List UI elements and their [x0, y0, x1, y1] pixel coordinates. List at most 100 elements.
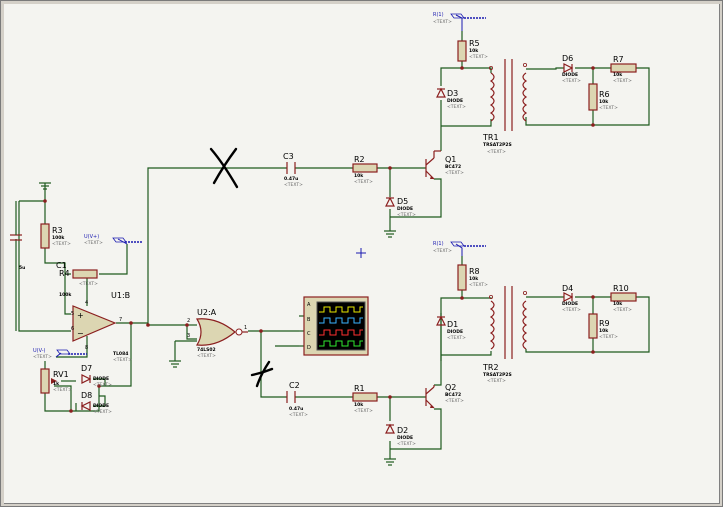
resistor-r5[interactable]: R5 10k <TEXT>: [457, 39, 488, 62]
opamp-u1b[interactable]: 5 6 7 4 8 + − U1:B TL084 <TEXT>: [71, 291, 132, 363]
svg-text:D: D: [307, 345, 311, 351]
svg-text:R4: R4: [59, 269, 70, 278]
svg-text:TR2: TR2: [482, 363, 499, 372]
svg-text:<TEXT>: <TEXT>: [445, 170, 464, 176]
svg-text:<TEXT>: <TEXT>: [354, 179, 373, 185]
svg-text:D3: D3: [447, 89, 458, 98]
schematic-canvas[interactable]: R(1) <TEXT> R(1) <TEXT> U(V+) <TEXT> U(V…: [4, 4, 719, 503]
svg-text:TRSAT2P2S: TRSAT2P2S: [483, 142, 512, 148]
window-frame: R(1) <TEXT> R(1) <TEXT> U(V+) <TEXT> U(V…: [0, 0, 723, 507]
svg-text:10k: 10k: [599, 328, 609, 334]
svg-text:<TEXT>: <TEXT>: [93, 409, 112, 415]
svg-text:<TEXT>: <TEXT>: [562, 78, 581, 84]
svg-text:4: 4: [85, 300, 88, 306]
diode-d7[interactable]: D7 DIODE <TEXT>: [81, 364, 112, 388]
svg-text:DIODE: DIODE: [447, 329, 463, 335]
svg-text:Q2: Q2: [445, 383, 456, 392]
svg-text:<TEXT>: <TEXT>: [469, 54, 488, 60]
svg-text:<TEXT>: <TEXT>: [433, 19, 452, 25]
ground-symbol-bottom: [384, 458, 396, 466]
svg-text:R5: R5: [469, 39, 480, 48]
svg-text:R10: R10: [613, 284, 629, 293]
svg-text:<TEXT>: <TEXT>: [52, 241, 71, 247]
svg-text:10k: 10k: [469, 48, 479, 54]
svg-text:<TEXT>: <TEXT>: [397, 212, 416, 218]
svg-text:8: 8: [85, 345, 88, 351]
svg-text:DIODE: DIODE: [447, 98, 463, 104]
generator-opamp-neg-label: U(V-): [33, 348, 46, 354]
svg-text:+: +: [77, 311, 84, 320]
svg-text:D7: D7: [81, 364, 92, 373]
svg-text:7: 7: [119, 317, 122, 323]
resistor-r2[interactable]: R2 10k <TEXT>: [352, 155, 378, 185]
resistor-r10[interactable]: R10 10k <TEXT>: [610, 284, 637, 313]
transistor-q1[interactable]: Q1 BC472 <TEXT>: [425, 150, 464, 180]
capacitor-c2[interactable]: C2 0.47u <TEXT>: [286, 381, 308, 418]
diode-d6[interactable]: D6 DIODE <TEXT>: [562, 54, 581, 84]
svg-text:R3: R3: [52, 226, 63, 235]
svg-text:DIODE: DIODE: [562, 72, 578, 78]
svg-text:A: A: [307, 302, 311, 308]
generator-opamp-neg[interactable]: U(V-) <TEXT>: [33, 348, 87, 360]
svg-text:<TEXT>: <TEXT>: [469, 282, 488, 288]
resistor-r3[interactable]: R3 100k <TEXT>: [40, 223, 71, 249]
generator-opamp-pos[interactable]: U(V+) <TEXT>: [84, 234, 143, 246]
svg-text:<TEXT>: <TEXT>: [447, 104, 466, 110]
generator-mid[interactable]: R(1) <TEXT>: [433, 241, 486, 256]
ground-symbol-top: [384, 230, 396, 238]
svg-text:<TEXT>: <TEXT>: [79, 281, 98, 287]
transformer-tr1[interactable]: TR1 TRSAT2P2S <TEXT>: [482, 59, 528, 155]
svg-text:100k: 100k: [52, 235, 65, 241]
svg-text:R2: R2: [354, 155, 365, 164]
nor-gate-u2a[interactable]: 2 3 1 U2:A 74LS02 <TEXT>: [187, 308, 248, 359]
svg-text:<TEXT>: <TEXT>: [487, 149, 506, 155]
resistor-r8[interactable]: R8 10k <TEXT>: [457, 264, 488, 291]
diode-d4[interactable]: D4 DIODE <TEXT>: [562, 284, 581, 313]
svg-text:DIODE: DIODE: [397, 206, 413, 212]
svg-text:6: 6: [71, 326, 74, 332]
capacitor-c3[interactable]: C3 0.47u <TEXT>: [283, 152, 303, 188]
svg-text:D6: D6: [562, 54, 573, 63]
svg-text:DIODE: DIODE: [562, 301, 578, 307]
svg-text:<TEXT>: <TEXT>: [447, 335, 466, 341]
svg-text:<TEXT>: <TEXT>: [613, 78, 632, 84]
generator-opamp-pos-label: U(V+): [84, 234, 99, 240]
oscilloscope[interactable]: A B C D: [303, 296, 369, 356]
svg-text:R8: R8: [469, 267, 480, 276]
svg-text:10k: 10k: [469, 276, 479, 282]
svg-text:10k: 10k: [354, 402, 364, 408]
svg-text:U1:B: U1:B: [111, 291, 130, 300]
svg-text:<TEXT>: <TEXT>: [113, 357, 132, 363]
svg-text:TR1: TR1: [482, 133, 499, 142]
svg-text:C: C: [307, 331, 311, 337]
generator-mid-label: R(1): [433, 241, 444, 247]
svg-text:1: 1: [244, 325, 247, 331]
svg-text:10k: 10k: [354, 173, 364, 179]
svg-text:RV1: RV1: [53, 370, 69, 379]
svg-text:TRSAT2P2S: TRSAT2P2S: [483, 372, 512, 378]
svg-text:<TEXT>: <TEXT>: [433, 248, 452, 254]
transformer-tr2[interactable]: TR2 TRSAT2P2S <TEXT>: [482, 286, 528, 384]
svg-text:<TEXT>: <TEXT>: [53, 387, 72, 393]
svg-text:<TEXT>: <TEXT>: [613, 307, 632, 313]
svg-text:C3: C3: [283, 152, 294, 161]
resistor-r9[interactable]: R9 10k <TEXT>: [588, 313, 618, 340]
resistor-r7[interactable]: R7 10k <TEXT>: [610, 55, 637, 84]
generator-top[interactable]: R(1) <TEXT>: [433, 12, 486, 31]
transistor-q2[interactable]: Q2 BC472 <TEXT>: [425, 383, 464, 409]
svg-text:D5: D5: [397, 197, 408, 206]
ground-symbol-gate: [169, 340, 197, 368]
svg-text:74LS02: 74LS02: [197, 347, 216, 353]
svg-text:B: B: [307, 317, 311, 323]
svg-text:D2: D2: [397, 426, 408, 435]
origin-marker: [356, 248, 366, 258]
svg-text:100k: 100k: [59, 292, 72, 298]
schematic-sheet[interactable]: R(1) <TEXT> R(1) <TEXT> U(V+) <TEXT> U(V…: [4, 4, 720, 504]
cross-mark-lower: [250, 360, 274, 388]
svg-text:BC472: BC472: [445, 164, 461, 170]
resistor-r1[interactable]: R1 10k <TEXT>: [352, 384, 378, 414]
svg-text:10k: 10k: [613, 72, 623, 78]
svg-text:D8: D8: [81, 391, 92, 400]
resistor-r6[interactable]: R6 10k <TEXT>: [588, 83, 618, 111]
svg-text:<TEXT>: <TEXT>: [562, 307, 581, 313]
